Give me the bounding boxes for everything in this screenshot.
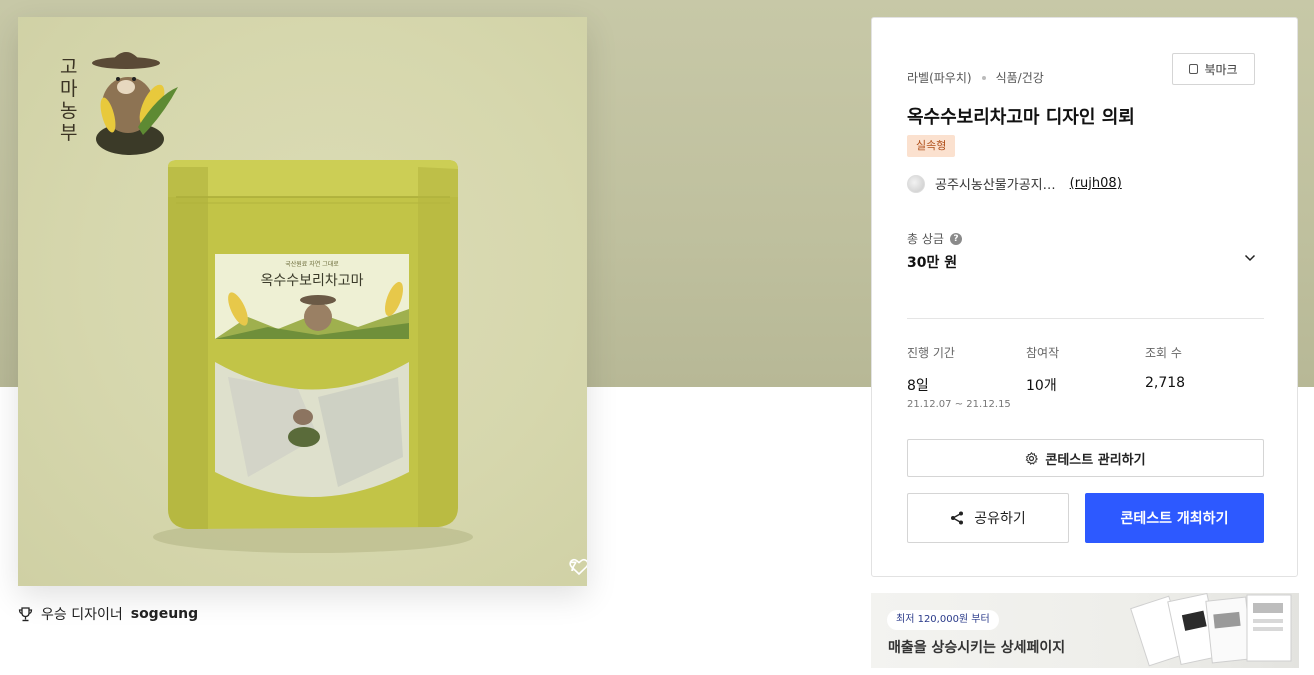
pouch-label-text: 옥수수보리차고마 xyxy=(260,273,363,289)
winner-prefix: 우승 디자이너 xyxy=(41,607,123,623)
like-count[interactable]: 7 xyxy=(569,558,587,576)
stat-period: 진행 기간 8일 21.12.07 ~ 21.12.15 xyxy=(907,344,1011,410)
gear-icon xyxy=(1026,451,1039,465)
plan-tag: 실속형 xyxy=(907,135,956,157)
stat-entries: 참여작 10개 xyxy=(1026,344,1059,395)
product-image[interactable]: 국산원료 자연 그대로 옥수수보리차고마 고 마 농 부 7 xyxy=(18,17,587,586)
host-contest-button[interactable]: 콘테스트 개최하기 xyxy=(1085,493,1264,543)
breadcrumb-subcategory[interactable]: 식품/건강 xyxy=(996,69,1044,86)
share-icon xyxy=(951,511,964,525)
stat-entries-value: 10개 xyxy=(1026,378,1057,394)
trophy-icon xyxy=(18,606,33,621)
stat-views: 조회 수 2,718 xyxy=(1145,344,1185,391)
heart-icon[interactable] xyxy=(569,558,587,576)
contest-info-card: 라벨(파우치) 식품/건강 북마크 옥수수보리차고마 디자인 의뢰 실속형 공주… xyxy=(871,17,1298,577)
svg-text:부: 부 xyxy=(60,122,77,144)
host-handle[interactable]: (rujh08) xyxy=(1070,176,1122,191)
stat-period-dates: 21.12.07 ~ 21.12.15 xyxy=(907,399,1011,410)
share-label: 공유하기 xyxy=(974,511,1026,527)
host-name: 공주시농산물가공지… xyxy=(935,178,1056,193)
winner-name[interactable]: sogeung xyxy=(131,606,198,622)
ad-headline: 매출을 상승시키는 상세페이지 xyxy=(888,640,1066,656)
bookmark-button[interactable]: 북마크 xyxy=(1172,53,1255,85)
breadcrumb-separator xyxy=(981,75,986,80)
prize-label: 총 상금 ? xyxy=(907,230,962,247)
divider xyxy=(907,318,1264,319)
svg-text:농: 농 xyxy=(60,100,77,122)
breadcrumb-category[interactable]: 라벨(파우치) xyxy=(907,69,972,86)
share-button[interactable]: 공유하기 xyxy=(907,493,1069,543)
manage-contest-label: 콘테스트 관리하기 xyxy=(1045,452,1146,468)
breadcrumb: 라벨(파우치) 식품/건강 xyxy=(907,69,1044,86)
stat-period-label: 진행 기간 xyxy=(907,346,955,360)
ad-price-badge: 최저 120,000원 부터 xyxy=(887,610,999,630)
stat-period-value: 8일 xyxy=(907,378,929,394)
winner-designer: 우승 디자이너 sogeung xyxy=(18,604,198,624)
prize-label-text: 총 상금 xyxy=(907,232,944,246)
ad-banner[interactable]: 최저 120,000원 부터 매출을 상승시키는 상세페이지 xyxy=(871,593,1299,668)
avatar xyxy=(907,174,925,193)
bookmark-icon xyxy=(1189,64,1199,74)
stat-entries-label: 참여작 xyxy=(1026,346,1060,360)
prize-value: 30만 원 xyxy=(907,255,958,271)
chevron-down-icon[interactable] xyxy=(1244,252,1256,264)
logo-text-1: 고 xyxy=(60,56,77,78)
help-icon[interactable]: ? xyxy=(949,232,962,245)
brand-logo: 고 마 농 부 xyxy=(60,52,178,155)
svg-text:마: 마 xyxy=(60,78,77,100)
ad-mockup-image xyxy=(1130,593,1292,667)
stat-views-value: 2,718 xyxy=(1145,375,1186,391)
contest-title: 옥수수보리차고마 디자인 의뢰 xyxy=(907,107,1135,128)
bookmark-label: 북마크 xyxy=(1204,62,1238,77)
manage-contest-button[interactable]: 콘테스트 관리하기 xyxy=(907,439,1264,477)
svg-text:국산원료 자연 그대로: 국산원료 자연 그대로 xyxy=(285,260,339,268)
host-info[interactable]: 공주시농산물가공지… (rujh08) xyxy=(907,174,1122,193)
stat-views-label: 조회 수 xyxy=(1145,346,1182,360)
